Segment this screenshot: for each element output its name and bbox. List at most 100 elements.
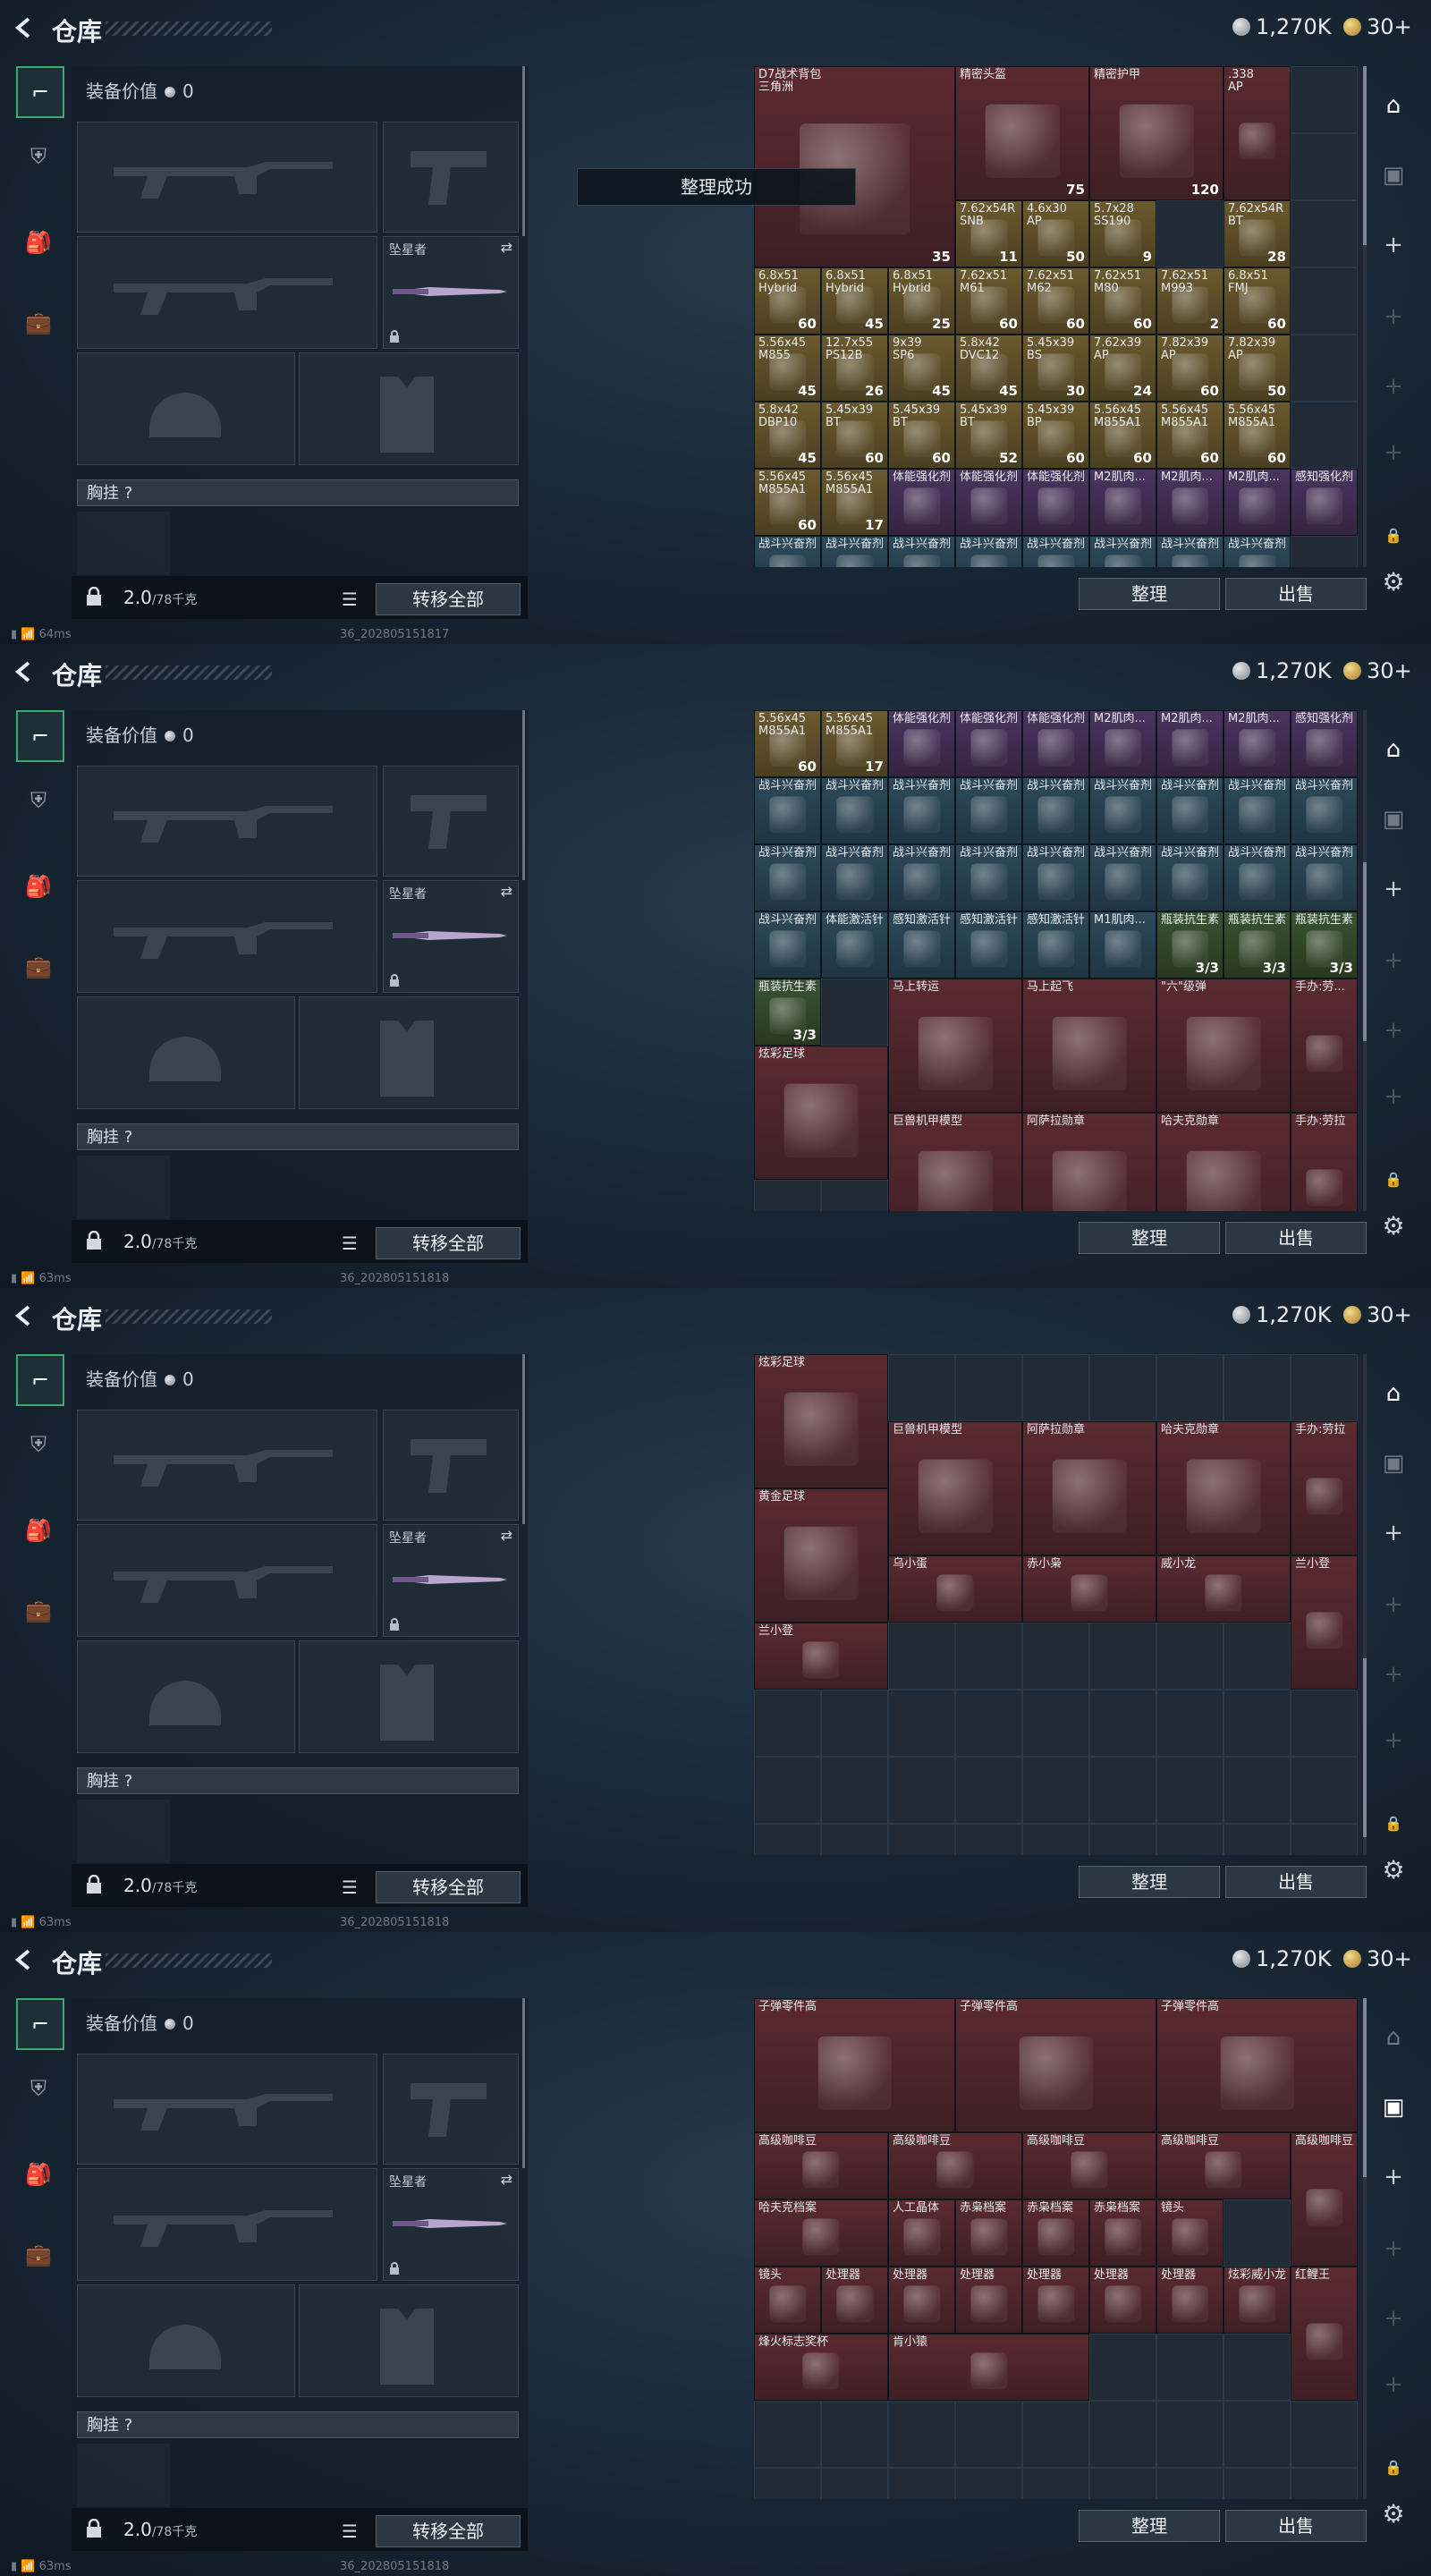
item-cell[interactable]: 体能强化剂	[955, 710, 1022, 777]
tab-backpack[interactable]: 🎒	[16, 218, 61, 267]
empty-cell[interactable]	[1089, 1824, 1156, 1855]
item-cell[interactable]: 5.56x45 M855A1 60	[1224, 402, 1291, 469]
item-cell[interactable]: M2肌肉...	[1224, 710, 1291, 777]
item-cell[interactable]: 战斗兴奋剂	[1089, 777, 1156, 844]
item-cell[interactable]: 感知激活针	[955, 911, 1022, 979]
item-cell[interactable]: 子弹零件高	[1156, 1998, 1358, 2132]
list-icon[interactable]: ☰	[342, 1877, 358, 1898]
helmet-slot[interactable]	[77, 352, 295, 465]
item-cell[interactable]: 镜头	[754, 2267, 821, 2334]
empty-cell[interactable]	[1156, 2334, 1224, 2401]
list-icon[interactable]: ☰	[342, 2521, 358, 2542]
tab-weapons[interactable]: ⌐	[16, 710, 64, 762]
item-cell[interactable]: "六"级弹	[1156, 979, 1291, 1113]
backpack-slot[interactable]	[77, 512, 170, 574]
item-cell[interactable]: 处理器	[1089, 2267, 1156, 2334]
item-cell[interactable]: 5.45x39 BS 30	[1022, 335, 1089, 402]
secondary-weapon-slot[interactable]	[77, 2168, 377, 2281]
empty-cell[interactable]	[1089, 2468, 1156, 2499]
primary-weapon-slot[interactable]	[77, 1410, 377, 1521]
item-cell[interactable]: 战斗兴奋剂	[1291, 777, 1358, 844]
item-cell[interactable]: 5.45x39 BT 60	[888, 402, 955, 469]
sort-button[interactable]: 整理	[1079, 578, 1220, 610]
item-cell[interactable]: 瓶装抗生素 3/3	[1291, 911, 1358, 979]
empty-cell[interactable]	[1089, 2334, 1156, 2401]
empty-cell[interactable]	[754, 1180, 821, 1211]
empty-cell[interactable]	[955, 2401, 1022, 2468]
item-cell[interactable]: M2肌肉...	[1089, 469, 1156, 536]
empty-cell[interactable]	[1089, 1690, 1156, 1757]
item-cell[interactable]: 战斗兴奋剂	[1022, 844, 1089, 911]
empty-cell[interactable]	[1156, 200, 1224, 267]
empty-cell[interactable]	[1291, 66, 1358, 133]
tab-backpack[interactable]: 🎒	[16, 2150, 61, 2199]
item-cell[interactable]: 5.8x42 DVC12 45	[955, 335, 1022, 402]
item-cell[interactable]: M2肌肉...	[1089, 710, 1156, 777]
item-cell[interactable]: 兰小登	[754, 1623, 888, 1690]
item-cell[interactable]: 5.45x39 BT 52	[955, 402, 1022, 469]
empty-cell[interactable]	[1022, 1354, 1089, 1421]
item-cell[interactable]: 高级咖啡豆	[1291, 2132, 1358, 2267]
tab-weapons[interactable]: ⌐	[16, 66, 64, 118]
grid-scroll-thumb[interactable]	[1363, 1658, 1367, 1837]
grid-scrollbar[interactable]	[1363, 710, 1367, 1211]
empty-cell[interactable]	[754, 1824, 821, 1855]
item-cell[interactable]: 赤小枭	[1022, 1555, 1156, 1623]
tab-weapons[interactable]: ⌐	[16, 1354, 64, 1406]
gold-currency[interactable]: 30+	[1343, 1302, 1412, 1327]
swap-icon[interactable]: ⇄	[501, 2171, 512, 2188]
item-cell[interactable]: 感知强化剂	[1291, 469, 1358, 536]
empty-cell[interactable]	[821, 979, 888, 1046]
photo-icon[interactable]: ▣	[1374, 2088, 1413, 2127]
item-cell[interactable]: 子弹零件高	[955, 1998, 1156, 2132]
transfer-all-button[interactable]: 转移全部	[376, 1227, 521, 1259]
empty-cell[interactable]	[1291, 1354, 1358, 1421]
item-cell[interactable]: 5.8x42 DBP10 45	[754, 402, 821, 469]
empty-cell[interactable]	[888, 1824, 955, 1855]
empty-cell[interactable]	[1022, 2401, 1089, 2468]
armor-slot[interactable]	[299, 1640, 519, 1753]
item-cell[interactable]: 马上起飞	[1022, 979, 1156, 1113]
item-cell[interactable]: 战斗兴奋剂	[1156, 536, 1224, 567]
warehouse-icon[interactable]: ⌂	[1374, 730, 1413, 769]
item-cell[interactable]: 战斗兴奋剂	[1224, 844, 1291, 911]
item-cell[interactable]: 体能强化剂	[955, 469, 1022, 536]
empty-cell[interactable]	[1224, 2468, 1291, 2499]
armor-slot[interactable]	[299, 2284, 519, 2397]
chest-rig-slot[interactable]: 胸挂 ?	[77, 1767, 519, 1794]
item-cell[interactable]: 5.56x45 M855A1 60	[754, 710, 821, 777]
empty-cell[interactable]	[1291, 200, 1358, 267]
settings-gear-icon[interactable]: ⚙	[1374, 562, 1413, 601]
item-cell[interactable]: 6.8x51 Hybrid 45	[821, 267, 888, 335]
empty-cell[interactable]	[1291, 1757, 1358, 1824]
item-cell[interactable]: 战斗兴奋剂	[955, 777, 1022, 844]
tab-backpack[interactable]: 🎒	[16, 862, 61, 911]
gold-currency[interactable]: 30+	[1343, 658, 1412, 683]
item-cell[interactable]: 体能强化剂	[1022, 710, 1089, 777]
item-cell[interactable]: 高级咖啡豆	[1156, 2132, 1291, 2199]
item-cell[interactable]: 7.62x51 M80 60	[1089, 267, 1156, 335]
back-arrow-icon[interactable]	[13, 660, 36, 683]
empty-cell[interactable]	[1291, 133, 1358, 200]
item-cell[interactable]: 7.82x39 AP 50	[1224, 335, 1291, 402]
empty-cell[interactable]	[1022, 1623, 1089, 1690]
item-cell[interactable]: 炫彩足球	[754, 1354, 888, 1488]
sort-button[interactable]: 整理	[1079, 2510, 1220, 2542]
item-cell[interactable]: 战斗兴奋剂	[1156, 777, 1224, 844]
item-cell[interactable]: 哈夫克勋章	[1156, 1421, 1291, 1555]
item-cell[interactable]: M2肌肉...	[1156, 710, 1224, 777]
swap-icon[interactable]: ⇄	[501, 1527, 512, 1544]
item-cell[interactable]: 4.6x30 AP 50	[1022, 200, 1089, 267]
item-cell[interactable]: .338 AP	[1224, 66, 1291, 200]
item-cell[interactable]: 5.56x45 M855A1 60	[754, 469, 821, 536]
melee-slot[interactable]: 坠星者 ⇄	[383, 1524, 519, 1637]
item-cell[interactable]: 体能强化剂	[888, 469, 955, 536]
loadout-scrollbar[interactable]	[522, 1998, 525, 2168]
sell-button[interactable]: 出售	[1225, 2510, 1367, 2542]
melee-slot[interactable]: 坠星者 ⇄	[383, 880, 519, 993]
item-cell[interactable]: 战斗兴奋剂	[754, 536, 821, 567]
add-icon[interactable]: +	[1374, 869, 1413, 909]
empty-cell[interactable]	[1291, 1690, 1358, 1757]
item-cell[interactable]: M2肌肉...	[1156, 469, 1224, 536]
sell-button[interactable]: 出售	[1225, 578, 1367, 610]
